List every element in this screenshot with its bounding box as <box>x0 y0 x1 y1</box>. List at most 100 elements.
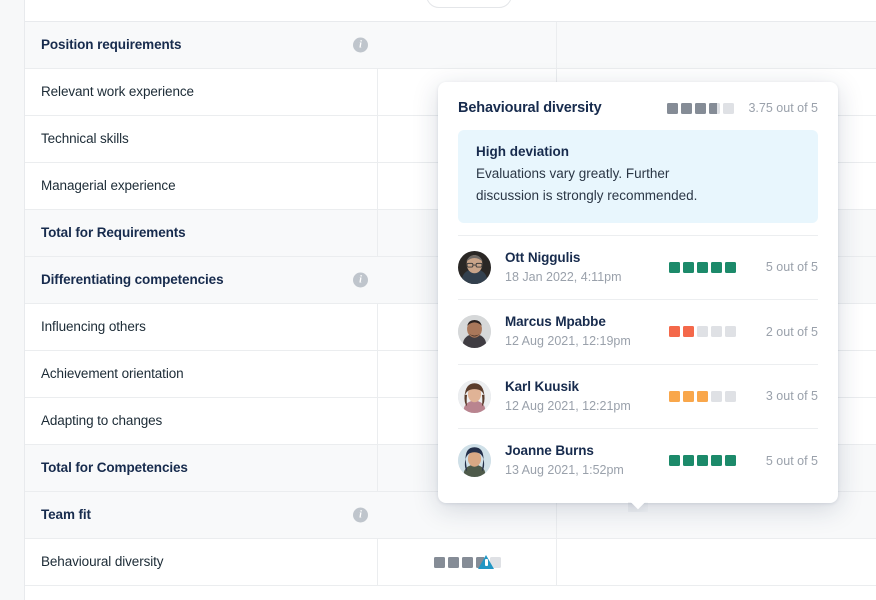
popover-title: Behavioural diversity <box>458 100 602 116</box>
evaluator-info: Ott Niggulis 18 Jan 2022, 4:11pm <box>505 250 669 286</box>
row-label: Relevant work experience <box>41 84 194 100</box>
evaluation-rating-squares <box>669 326 736 338</box>
behavioural-diversity-popover: Behavioural diversity 3.75 out of 5 High… <box>438 82 838 503</box>
rating-square <box>709 102 720 114</box>
rating-square-fill <box>683 455 694 467</box>
avatar-marcus-mpabbe <box>458 315 491 349</box>
rating-square-fill <box>669 390 680 402</box>
row-label: Achievement orientation <box>41 366 184 382</box>
rating-square-fill <box>725 455 736 467</box>
popover-score-text: 3.75 out of 5 <box>748 101 818 115</box>
evaluator-name: Marcus Mpabbe <box>505 314 606 330</box>
rating-square <box>711 455 722 467</box>
rating-square <box>723 102 734 114</box>
row-name-cell: Team fit i <box>25 492 378 538</box>
evaluation-score-text: 2 out of 5 <box>765 324 818 339</box>
avatar-ott-niggulis <box>458 250 491 284</box>
rating-square <box>697 326 708 338</box>
info-icon[interactable]: i <box>353 507 368 523</box>
row-name-cell: Technical skills <box>25 116 378 162</box>
evaluation-rating-squares <box>669 390 736 402</box>
rating-square <box>711 261 722 273</box>
row-label: Behavioural diversity <box>41 554 164 570</box>
evaluation-rating-squares <box>669 261 736 273</box>
rating-square-fill <box>697 390 708 402</box>
evaluation-rating-squares <box>669 455 736 467</box>
evaluation-score-text: 5 out of 5 <box>765 453 818 468</box>
evaluation-score-text: 3 out of 5 <box>765 389 818 404</box>
rating-square <box>433 556 445 568</box>
row-name-cell: Influencing others <box>25 304 378 350</box>
rating-square <box>669 455 680 467</box>
high-deviation-callout: High deviation Evaluations vary greatly.… <box>458 130 818 223</box>
row-name-cell: Adapting to changes <box>25 398 378 444</box>
row-trailing-cell <box>557 539 876 585</box>
rating-square <box>669 326 680 338</box>
row-label: Team fit <box>41 507 91 523</box>
rating-square <box>447 556 459 568</box>
rating-square-fill <box>667 102 678 114</box>
column-header-pill[interactable] <box>426 0 512 8</box>
app-root: Position requirements i Relevant work expe… <box>0 0 876 600</box>
rating-square <box>697 261 708 273</box>
rating-square <box>725 326 736 338</box>
rating-square <box>683 261 694 273</box>
callout-text: Evaluations vary greatly. Further discus… <box>476 166 698 203</box>
rating-square-fill <box>711 455 722 467</box>
row-score-cell[interactable] <box>378 539 557 585</box>
evaluator-name: Ott Niggulis <box>505 249 581 265</box>
evaluator-info: Joanne Burns 13 Aug 2021, 1:52pm <box>505 443 669 479</box>
rating-square-fill <box>683 261 694 273</box>
rating-square-fill <box>709 102 718 114</box>
row-label: Technical skills <box>41 131 129 147</box>
rating-square <box>683 326 694 338</box>
evaluation-timestamp: 12 Aug 2021, 12:21pm <box>505 398 631 413</box>
rating-square-fill <box>695 102 706 114</box>
info-icon[interactable]: i <box>353 37 368 53</box>
row-name-cell: Managerial experience <box>25 163 378 209</box>
rating-square-fill <box>711 261 722 273</box>
row-label: Total for Competencies <box>41 460 188 476</box>
rating-square <box>711 390 722 402</box>
rating-square-fill <box>433 556 445 568</box>
evaluation-row[interactable]: Ott Niggulis 18 Jan 2022, 4:11pm 5 out of … <box>458 234 818 300</box>
rating-square <box>683 390 694 402</box>
table-top-strip <box>25 0 876 22</box>
evaluation-timestamp: 13 Aug 2021, 1:52pm <box>505 463 624 478</box>
table-row[interactable]: Behavioural diversity <box>25 539 876 586</box>
row-score-cell[interactable] <box>378 22 557 68</box>
row-label: Adapting to changes <box>41 413 163 429</box>
row-label: Total for Requirements <box>41 225 186 241</box>
rating-square-fill <box>447 556 459 568</box>
evaluation-row[interactable]: Marcus Mpabbe 12 Aug 2021, 12:19pm 2 out o… <box>458 299 818 364</box>
row-label: Influencing others <box>41 319 146 335</box>
evaluation-list: Ott Niggulis 18 Jan 2022, 4:11pm 5 out of … <box>438 234 838 503</box>
row-name-cell: Achievement orientation <box>25 351 378 397</box>
rating-square-fill <box>683 326 694 338</box>
info-icon[interactable]: i <box>353 272 368 288</box>
popover-header: Behavioural diversity 3.75 out of 5 <box>438 82 838 130</box>
evaluation-row[interactable]: Karl Kuusik 12 Aug 2021, 12:21pm 3 out of … <box>458 363 818 429</box>
popover-rating-squares <box>667 102 734 114</box>
rating-square <box>725 390 736 402</box>
popover-tail <box>628 502 648 512</box>
evaluator-name: Karl Kuusik <box>505 378 579 394</box>
rating-square-fill <box>669 261 680 273</box>
callout-title: High deviation <box>476 144 570 159</box>
rating-square-fill <box>461 556 473 568</box>
row-trailing-cell <box>557 22 876 68</box>
table-row[interactable]: Position requirements i <box>25 22 876 69</box>
row-label: Position requirements <box>41 37 182 53</box>
row-name-cell: Behavioural diversity <box>25 539 378 585</box>
rating-square <box>669 261 680 273</box>
row-name-cell: Total for Competencies <box>25 445 378 491</box>
evaluation-row[interactable]: Joanne Burns 13 Aug 2021, 1:52pm 5 out of … <box>458 428 818 493</box>
rating-square <box>667 102 678 114</box>
evaluator-info: Marcus Mpabbe 12 Aug 2021, 12:19pm <box>505 314 669 350</box>
rating-square <box>711 326 722 338</box>
rating-square-fill <box>669 455 680 467</box>
rating-square-fill <box>683 390 694 402</box>
row-name-cell: Total for Requirements <box>25 210 378 256</box>
warning-triangle-icon[interactable] <box>478 555 494 569</box>
rating-square-fill <box>669 326 680 338</box>
